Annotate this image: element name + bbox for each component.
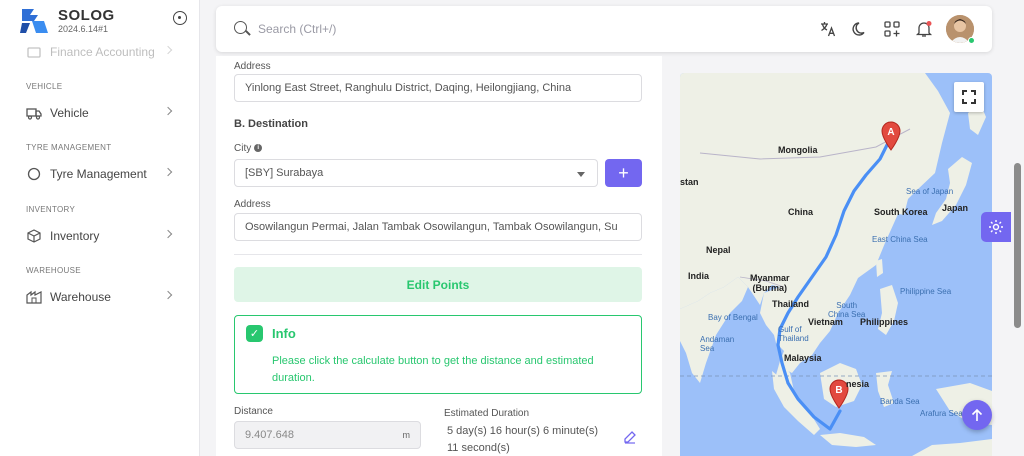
duration-label: Estimated Duration xyxy=(444,408,530,419)
search-input[interactable] xyxy=(258,19,558,39)
sidebar-item-label: Vehicle xyxy=(50,106,89,120)
chevron-right-icon xyxy=(163,229,173,239)
map-label-mongolia: Mongolia xyxy=(778,145,818,155)
city-select[interactable]: [SBY] Surabaya xyxy=(234,159,598,187)
section-label-inventory: INVENTORY xyxy=(26,205,76,214)
info-alert-title: Info xyxy=(272,326,296,341)
distance-value: 9.407.648 xyxy=(245,429,294,441)
map-label-myanmar: Myanmar (Burma) xyxy=(750,273,790,293)
brand[interactable]: SOLOG 2024.6.14#1 xyxy=(18,4,115,38)
duration-value: 5 day(s) 16 hour(s) 6 minute(s) 11 secon… xyxy=(447,423,598,456)
translate-icon[interactable] xyxy=(818,19,838,39)
sidebar-toggle-icon[interactable] xyxy=(173,11,187,25)
arrow-up-icon xyxy=(971,408,983,421)
map-label-nepal: Nepal xyxy=(706,245,731,255)
sidebar-item-finance-accounting[interactable]: Finance Accounting xyxy=(0,38,199,66)
brand-version: 2024.6.14#1 xyxy=(58,23,109,34)
truck-icon xyxy=(26,105,42,121)
fullscreen-icon xyxy=(962,90,976,104)
destination-address-field[interactable]: Osowilangun Permai, Jalan Tambak Osowila… xyxy=(234,213,642,241)
dark-mode-moon-icon[interactable] xyxy=(850,19,870,39)
map-label-bay-of-bengal: Bay of Bengal xyxy=(708,313,758,322)
chevron-right-icon xyxy=(163,45,173,55)
map-fullscreen-button[interactable] xyxy=(954,82,984,112)
info-circle-icon: i xyxy=(254,144,263,153)
distance-field: 9.407.648 m xyxy=(234,421,421,449)
map-label-stan: stan xyxy=(680,177,699,187)
map-label-philippine-sea: Philippine Sea xyxy=(900,287,952,296)
map-label-india: India xyxy=(688,271,710,281)
map-label-banda-sea: Banda Sea xyxy=(880,397,920,406)
plus-icon: + xyxy=(618,162,629,183)
sidebar: SOLOG 2024.6.14#1 Finance Accounting VEH… xyxy=(0,0,200,456)
divider xyxy=(234,254,642,255)
origin-address-field[interactable]: Yinlong East Street, Ranghulu District, … xyxy=(234,74,642,102)
duration-line-2: 11 second(s) xyxy=(447,442,510,454)
search-icon[interactable] xyxy=(234,21,247,34)
info-alert-text: Please click the calculate button to get… xyxy=(272,355,594,384)
city-label: City i xyxy=(234,143,263,154)
sidebar-item-label: Finance Accounting xyxy=(50,45,155,59)
duration-line-1: 5 day(s) 16 hour(s) 6 minute(s) xyxy=(447,425,598,437)
route-map[interactable]: A B Mongolia China South Korea Japan Sea… xyxy=(680,73,992,456)
sidebar-item-inventory[interactable]: Inventory xyxy=(0,222,199,250)
distance-label: Distance xyxy=(234,406,273,417)
map-label-andaman-sea: Andaman Sea xyxy=(700,335,735,353)
chevron-right-icon xyxy=(163,106,173,116)
destination-section-title: B. Destination xyxy=(234,118,308,130)
origin-address-label: Address xyxy=(234,61,271,72)
online-status-badge xyxy=(968,37,975,44)
solog-logo xyxy=(20,9,48,33)
chevron-right-icon xyxy=(163,167,173,177)
brand-name: SOLOG xyxy=(58,6,115,24)
topbar xyxy=(216,6,992,52)
city-select-value: [SBY] Surabaya xyxy=(245,167,324,179)
warehouse-icon xyxy=(26,289,42,305)
info-alert: ✓ Info Please click the calculate button… xyxy=(234,315,642,394)
map-label-south-korea: South Korea xyxy=(874,207,928,217)
section-label-warehouse: WAREHOUSE xyxy=(26,266,81,275)
edit-points-button[interactable]: Edit Points xyxy=(234,267,642,302)
sidebar-item-label: Tyre Management xyxy=(50,167,147,181)
map-label-arafura-sea: Arafura Sea xyxy=(920,409,963,418)
route-form-panel: Address Yinlong East Street, Ranghulu Di… xyxy=(216,56,662,456)
dropdown-caret-icon xyxy=(577,172,585,177)
map-label-vietnam: Vietnam xyxy=(808,317,843,327)
map-label-malaysia: Malaysia xyxy=(784,353,822,363)
marker-b-label: B xyxy=(835,385,842,396)
chevron-right-icon xyxy=(163,290,173,300)
map-marker-a-icon[interactable]: A xyxy=(880,121,902,151)
map-label-east-china-sea: East China Sea xyxy=(872,235,928,244)
sidebar-item-warehouse[interactable]: Warehouse xyxy=(0,283,199,311)
map-label-thailand: Thailand xyxy=(772,299,810,309)
sidebar-item-tyre-management[interactable]: Tyre Management xyxy=(0,160,199,188)
map-label-sea-of-japan: Sea of Japan xyxy=(906,187,954,196)
add-city-button[interactable]: + xyxy=(605,159,642,187)
check-square-icon: ✓ xyxy=(246,325,263,342)
map-label-china: China xyxy=(788,207,814,217)
sidebar-item-label: Inventory xyxy=(50,229,100,243)
circle-icon xyxy=(26,166,42,182)
sidebar-item-label: Warehouse xyxy=(50,290,111,304)
city-label-text: City xyxy=(234,143,252,154)
map-label-philippines: Philippines xyxy=(860,317,909,327)
edit-pencil-icon[interactable] xyxy=(623,430,637,444)
notification-bell-icon[interactable] xyxy=(914,19,934,39)
sidebar-item-vehicle[interactable]: Vehicle xyxy=(0,99,199,127)
map-label-japan: Japan xyxy=(942,203,969,213)
gear-icon xyxy=(989,220,1003,234)
page-scrollbar-thumb[interactable] xyxy=(1014,163,1021,328)
apps-grid-icon[interactable] xyxy=(882,19,902,39)
destination-address-label: Address xyxy=(234,199,271,210)
marker-a-label: A xyxy=(887,127,894,138)
customizer-settings-button[interactable] xyxy=(981,212,1011,242)
section-label-tyre-management: TYRE MANAGEMENT xyxy=(26,143,112,152)
distance-unit: m xyxy=(402,430,411,440)
map-label-indonesia: nesia xyxy=(846,379,870,389)
finance-icon xyxy=(26,44,42,60)
map-label-gulf-of-thailand: Gulf of Thailand xyxy=(778,325,809,343)
scroll-to-top-button[interactable] xyxy=(962,400,992,430)
box-icon xyxy=(26,228,42,244)
section-label-vehicle: VEHICLE xyxy=(26,82,63,91)
